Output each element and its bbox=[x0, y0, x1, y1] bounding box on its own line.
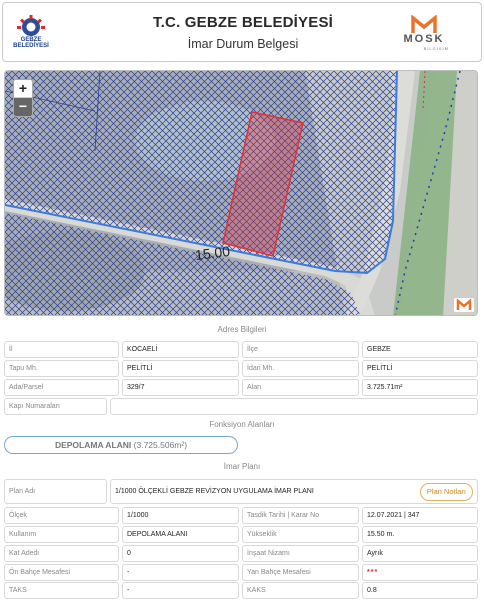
ilce-label: İlçe bbox=[242, 341, 359, 358]
address-section-title: Adres Bilgileri bbox=[217, 325, 267, 334]
kat-adedi-label: Kat Adedi bbox=[4, 545, 119, 562]
idari-mh-value: PELİTLİ bbox=[362, 360, 478, 377]
il-label: İl bbox=[4, 341, 119, 358]
plan-row: Kat Adedi 0 İnşaat Nizamı Ayrık bbox=[4, 545, 478, 562]
zoom-out-button[interactable]: − bbox=[14, 98, 32, 116]
door-numbers-value bbox=[110, 398, 478, 415]
kaks-label: KAKS bbox=[242, 582, 359, 599]
plan-section-title: İmar Planı bbox=[223, 462, 261, 471]
map-brand-icon bbox=[454, 298, 474, 312]
zoom-control: + − bbox=[13, 79, 33, 117]
function-section-title: Fonksiyon Alanları bbox=[209, 420, 275, 429]
yan-bahce-value: *** bbox=[362, 564, 478, 581]
taks-label: TAKS bbox=[4, 582, 119, 599]
yukseklik-label: Yükseklik bbox=[242, 526, 359, 543]
olcek-value: 1/1000 bbox=[122, 507, 239, 524]
on-bahce-value: - bbox=[122, 564, 239, 581]
kullanim-value: DEPOLAMA ALANI bbox=[122, 526, 239, 543]
plan-row: Ölçek 1/1000 Tasdik Tarihi | Karar No 12… bbox=[4, 507, 478, 524]
plan-name-value: 1/1000 ÖLÇEKLİ GEBZE REVİZYON UYGULAMA İ… bbox=[110, 479, 478, 504]
address-row: Ada/Parsel 329/7 Alan 3.725.71m² bbox=[4, 379, 478, 396]
address-row: Tapu Mh. PELİTLİ İdari Mh. PELİTLİ bbox=[4, 360, 478, 377]
door-numbers-row: Kapı Numaraları bbox=[4, 398, 478, 415]
plan-row: Kullanım DEPOLAMA ALANI Yükseklik 15.50 … bbox=[4, 526, 478, 543]
alan-value: 3.725.71m² bbox=[362, 379, 478, 396]
mosk-logo-subtext: BİLGİSİM bbox=[423, 46, 449, 51]
olcek-label: Ölçek bbox=[4, 507, 119, 524]
function-area-size: (3.725.506m²) bbox=[133, 440, 188, 450]
yan-bahce-label: Yan Bahçe Mesafesi bbox=[242, 564, 359, 581]
plan-name-label: Plan Adı bbox=[4, 479, 107, 504]
plan-row: TAKS - KAKS 0.8 bbox=[4, 582, 478, 599]
taks-value: - bbox=[122, 582, 239, 599]
page-header: GEBZE BELEDİYESİ T.C. GEBZE BELEDİYESİ İ… bbox=[2, 2, 482, 62]
function-area-name: DEPOLAMA ALANI bbox=[54, 440, 132, 450]
tasdik-value: 12.07.2021 | 347 bbox=[362, 507, 478, 524]
tasdik-label: Tasdik Tarihi | Karar No bbox=[242, 507, 359, 524]
plan-notes-button[interactable]: Plan Notları bbox=[419, 483, 473, 501]
map-canvas[interactable] bbox=[5, 71, 478, 316]
plan-row: Ön Bahçe Mesafesi - Yan Bahçe Mesafesi *… bbox=[4, 564, 478, 581]
on-bahce-label: Ön Bahçe Mesafesi bbox=[4, 564, 119, 581]
door-numbers-label: Kapı Numaraları bbox=[4, 398, 107, 415]
alan-label: Alan bbox=[242, 379, 359, 396]
ada-parsel-value: 329/7 bbox=[122, 379, 239, 396]
ilce-value: GEBZE bbox=[362, 341, 478, 358]
idari-mh-label: İdari Mh. bbox=[242, 360, 359, 377]
kaks-value: 0.8 bbox=[362, 582, 478, 599]
il-value: KOCAELİ bbox=[122, 341, 239, 358]
mosk-logo-text: MOSK bbox=[403, 33, 445, 45]
ada-parsel-label: Ada/Parsel bbox=[4, 379, 119, 396]
tapu-mh-value: PELİTLİ bbox=[122, 360, 239, 377]
tapu-mh-label: Tapu Mh. bbox=[4, 360, 119, 377]
parcel-map[interactable]: 15.00 + − bbox=[4, 70, 478, 316]
plan-name-text: 1/1000 ÖLÇEKLİ GEBZE REVİZYON UYGULAMA İ… bbox=[115, 488, 314, 495]
insaat-nizami-label: İnşaat Nizamı bbox=[242, 545, 359, 562]
zoom-in-button[interactable]: + bbox=[14, 80, 32, 98]
insaat-nizami-value: Ayrık bbox=[362, 545, 478, 562]
mosk-logo: MOSK BİLGİSİM bbox=[393, 14, 455, 55]
kullanim-label: Kullanım bbox=[4, 526, 119, 543]
yukseklik-value: 15.50 m. bbox=[362, 526, 478, 543]
function-area-chip[interactable]: DEPOLAMA ALANI (3.725.506m²) bbox=[4, 436, 238, 454]
kat-adedi-value: 0 bbox=[122, 545, 239, 562]
address-row: İl KOCAELİ İlçe GEBZE bbox=[4, 341, 478, 358]
plan-name-row: Plan Adı 1/1000 ÖLÇEKLİ GEBZE REVİZYON U… bbox=[4, 479, 478, 504]
